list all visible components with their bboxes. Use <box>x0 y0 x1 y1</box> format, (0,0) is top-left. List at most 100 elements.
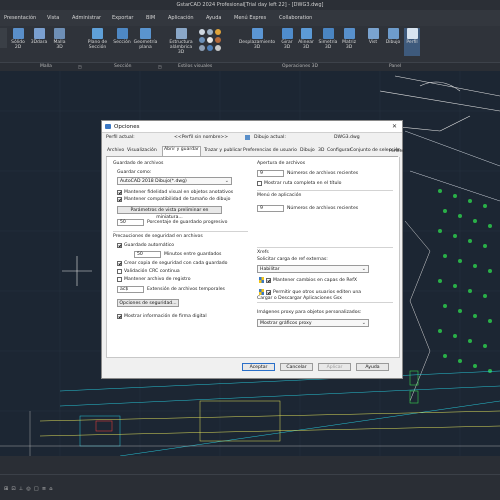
cb-digital-signature[interactable] <box>117 314 122 319</box>
autosave-minutes-input[interactable]: 50 <box>134 251 161 258</box>
flat-geometry-tool[interactable]: Geometría plana <box>133 28 158 50</box>
move-3d-icon <box>251 28 263 39</box>
cb-visual-fidelity[interactable] <box>117 190 122 195</box>
tab-trazar-publicar[interactable]: Trazar y publicar <box>203 148 243 153</box>
tab-visualizacion[interactable]: Visualización <box>126 148 158 153</box>
menu-exportar[interactable]: Exportar <box>112 15 134 21</box>
mirror-3d-tool[interactable]: Simetría 3D <box>317 28 339 50</box>
wireframe-3d-tool[interactable]: Estructura alámbrica 3D <box>166 28 196 55</box>
command-line[interactable] <box>0 456 500 475</box>
menu-collaboration[interactable]: Collaboration <box>279 15 312 21</box>
style-sphere-icon[interactable] <box>215 45 221 51</box>
menu-presentacion[interactable]: Presentación <box>4 15 36 21</box>
group-3d-operations: Operaciones 3D <box>282 64 318 69</box>
section-plane-tool[interactable]: Plano de Sección <box>85 28 110 50</box>
open-group-label: Apertura de archivos <box>257 161 306 166</box>
style-sphere-icon[interactable] <box>199 45 205 51</box>
rotate-3d-tool[interactable]: Girar 3D <box>279 28 295 50</box>
help-button[interactable]: Ayuda <box>356 363 389 371</box>
ok-button[interactable]: Aceptar <box>242 363 275 371</box>
tab-preferencias-usuario[interactable]: Preferencias de usuario <box>242 148 298 153</box>
style-sphere-icon[interactable] <box>207 29 213 35</box>
thumbnail-settings-button[interactable]: Parámetros de vista preliminar en miniat… <box>117 206 222 220</box>
cb-allow-edit[interactable] <box>266 290 271 295</box>
cb-log-file[interactable] <box>117 277 122 282</box>
annotation-scale-icon[interactable]: ⌂ <box>49 486 52 492</box>
menu-vista[interactable]: Vista <box>47 15 59 21</box>
visual-style-swatches <box>199 29 229 51</box>
save-as-label: Guardar como: <box>117 170 152 175</box>
group-mesh-launcher-icon[interactable]: ◳ <box>78 64 82 69</box>
cb-size-compat-label: Mantener compatibilidad de tamaño de dib… <box>124 197 231 202</box>
rotate-3d-icon <box>281 28 293 39</box>
dialog-title-bar: Opciones ✕ <box>102 121 402 133</box>
style-sphere-icon[interactable] <box>215 29 221 35</box>
save-as-select[interactable]: AutoCAD 2018 Dibujo(*.dwg) ⌄ <box>117 177 232 185</box>
menu-bim[interactable]: BIM <box>146 15 155 21</box>
style-sphere-icon[interactable] <box>207 37 213 43</box>
snap-icon[interactable]: ⊡ <box>11 486 15 492</box>
osnap-icon[interactable]: □ <box>34 486 39 492</box>
xref-demand-select[interactable]: Habilitar ⌄ <box>257 265 369 273</box>
section-tool[interactable]: Sección <box>112 28 132 45</box>
separator <box>113 231 248 232</box>
incremental-save-label: Porcentaje de guardado progresivo <box>147 220 228 225</box>
cancel-button[interactable]: Cancelar <box>280 363 313 371</box>
cb-autosave[interactable] <box>117 243 122 248</box>
view-tool[interactable]: Vist <box>366 28 380 45</box>
tab-perfiles[interactable]: Perfiles <box>388 148 405 153</box>
app-recent-files-input[interactable]: 9 <box>257 205 284 212</box>
mesh-3d-tool[interactable]: Malla 3D <box>51 28 68 50</box>
style-sphere-icon[interactable] <box>207 45 213 51</box>
proxy-images-label: Imágenes proxy para objetos personalizad… <box>257 310 362 315</box>
view-icon <box>367 28 379 39</box>
chevron-down-icon: ⌄ <box>224 178 229 184</box>
tab-dibujo[interactable]: Dibujo <box>299 148 316 153</box>
align-3d-tool[interactable]: Alinear 3D <box>297 28 315 50</box>
chevron-down-icon: ⌄ <box>361 320 366 326</box>
grid-icon[interactable]: ⊞ <box>4 486 8 492</box>
wireframe-icon <box>175 28 187 39</box>
style-sphere-icon[interactable] <box>199 37 205 43</box>
ribbon-panel: Sólido 2D 3Ddara Malla 3D Plano de Secci… <box>0 26 500 62</box>
cb-backup-copy[interactable] <box>117 261 122 266</box>
incremental-save-input[interactable]: 50 <box>117 219 144 226</box>
cb-visual-fidelity-label: Mantener fidelidad visual en objetos ano… <box>124 190 234 195</box>
ribbon-edge-tool[interactable] <box>0 28 7 48</box>
mesh-icon <box>54 28 65 39</box>
polar-icon[interactable]: ◎ <box>26 486 30 492</box>
style-sphere-icon[interactable] <box>199 29 205 35</box>
menu-administrar[interactable]: Administrar <box>72 15 101 21</box>
profile-tool[interactable]: Perfil <box>404 28 420 56</box>
style-sphere-icon[interactable] <box>215 37 221 43</box>
move-3d-tool[interactable]: Desplazamiento 3D <box>236 28 278 50</box>
security-options-button[interactable]: Opciones de seguridad... <box>117 299 179 307</box>
array-3d-tool[interactable]: Matriz 3D <box>340 28 358 50</box>
tab-3d[interactable]: 3D <box>317 148 325 153</box>
menu-bar: Presentación Vista Administrar Exportar … <box>0 10 500 26</box>
group-section-launcher-icon[interactable]: ◳ <box>158 64 162 69</box>
temp-extension-input[interactable]: ac$ <box>117 286 144 293</box>
ortho-icon[interactable]: ⊥ <box>19 486 23 492</box>
cb-crc-validation[interactable] <box>117 269 122 274</box>
recent-files-input[interactable]: 9 <box>257 170 284 177</box>
close-icon[interactable]: ✕ <box>392 123 397 130</box>
drawing-tool[interactable]: Dibujo <box>383 28 403 45</box>
menu-aplicacion[interactable]: Aplicación <box>168 15 194 21</box>
cb-layer-changes[interactable] <box>266 278 271 283</box>
app-menu-group-label: Menú de aplicación <box>257 193 302 198</box>
proxy-images-select[interactable]: Mostrar gráficos proxy ⌄ <box>257 319 369 327</box>
apply-button[interactable]: Aplicar <box>318 363 351 371</box>
lineweight-icon[interactable]: ≡ <box>42 486 46 492</box>
3d-face-icon <box>33 28 45 39</box>
3ddara-tool[interactable]: 3Ddara <box>29 28 49 45</box>
hatch-trees <box>438 189 492 373</box>
solid-2d-tool[interactable]: Sólido 2D <box>9 28 27 50</box>
menu-ayuda[interactable]: Ayuda <box>206 15 221 21</box>
tab-archivo[interactable]: Archivo <box>106 148 125 153</box>
tab-abrir-guardar[interactable]: Abrir y guardar <box>162 146 201 156</box>
menu-menu-expres[interactable]: Menú Expres <box>234 15 266 21</box>
cb-full-path[interactable] <box>257 181 262 186</box>
options-tabs: Archivo Visualización Abrir y guardar Tr… <box>106 146 404 157</box>
cb-size-compat[interactable] <box>117 197 122 202</box>
